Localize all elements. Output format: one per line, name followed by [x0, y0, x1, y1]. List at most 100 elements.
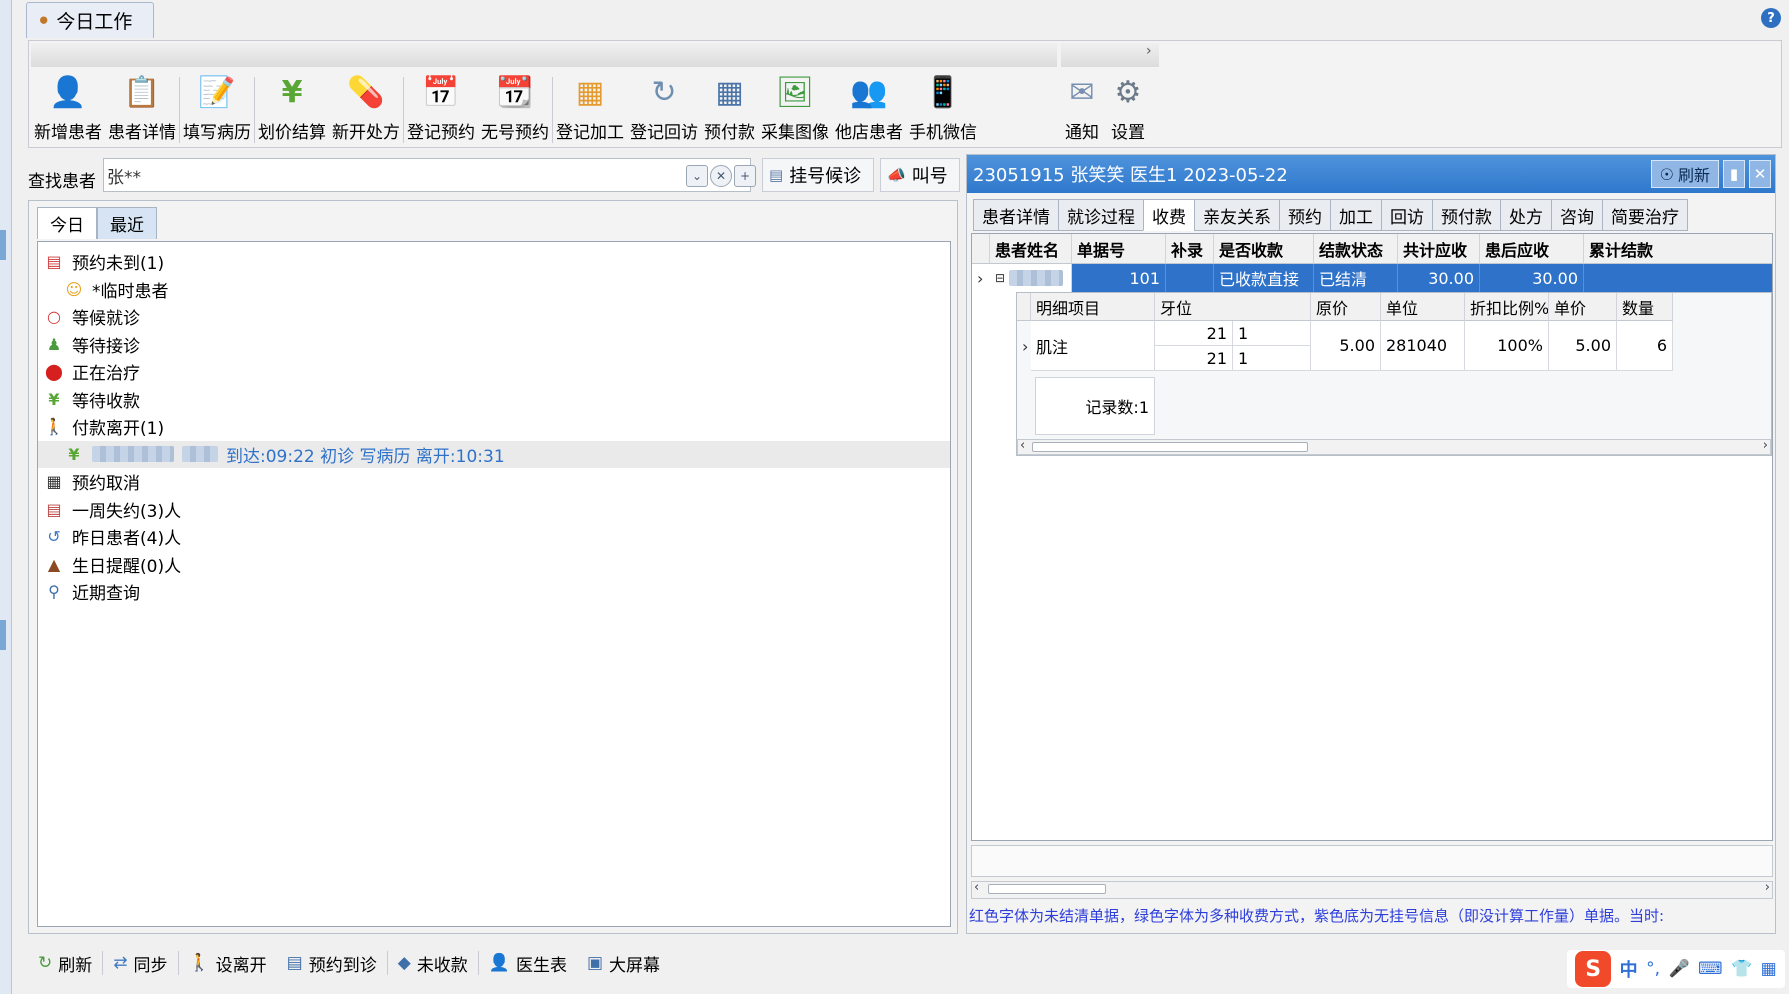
fill-medical-record-button[interactable]: 📝 填写病历 [180, 71, 254, 147]
tree-node-yesterday[interactable]: ↺ 昨日患者(4)人 [38, 523, 950, 551]
cell-accumulated[interactable] [1584, 264, 1772, 292]
pricing-settle-button[interactable]: ¥ 划价结算 [255, 71, 329, 147]
scroll-right-icon[interactable]: › [1765, 880, 1770, 895]
tab-appointment[interactable]: 预约 [1279, 199, 1330, 231]
subgrid-scroll-thumb[interactable] [1032, 442, 1308, 452]
toolbox-icon[interactable]: ▦ [1761, 959, 1777, 979]
sub-cell-quantity[interactable]: 6 [1617, 321, 1673, 371]
clear-icon[interactable]: ✕ [710, 165, 732, 187]
sub-col-item[interactable]: 明细项目 [1031, 293, 1155, 321]
sub-col-orig-price[interactable]: 原价 [1311, 293, 1381, 321]
row-expand-icon[interactable]: › [972, 264, 990, 292]
add-icon[interactable]: + [734, 165, 756, 187]
col-total-receivable[interactable]: 共计应收 [1398, 234, 1480, 264]
tab-revisit[interactable]: 回访 [1381, 199, 1432, 231]
grid-scroll-thumb[interactable] [988, 884, 1106, 894]
subgrid-horizontal-scrollbar[interactable]: ‹ › [1017, 438, 1771, 455]
tree-node-patient-record[interactable]: ¥ 到达:09:22 初诊 写病历 离开:10:31 [38, 440, 950, 468]
tree-node-waiting-visit[interactable]: ○ 等候就诊 [38, 303, 950, 331]
sub-cell-tooth-d[interactable]: 1 [1233, 346, 1311, 371]
tab-today-work[interactable]: ⚫ 今日工作 [26, 2, 154, 38]
col-is-paid[interactable]: 是否收款 [1214, 234, 1314, 264]
cell-is-paid[interactable]: 已收款直接 [1214, 264, 1314, 292]
unpaid-button[interactable]: ◆ 未收款 [388, 951, 478, 976]
tab-prepayment[interactable]: 预付款 [1432, 199, 1500, 231]
dropdown-chevron-icon[interactable]: ⌄ [686, 165, 708, 187]
tab-brief-treatment[interactable]: 简要治疗 [1602, 199, 1688, 231]
sub-col-tooth[interactable]: 牙位 [1155, 293, 1311, 321]
capture-image-button[interactable]: 🖼 采集图像 [758, 71, 832, 147]
mobile-wechat-button[interactable]: 📱 手机微信 [906, 71, 980, 147]
settings-button[interactable]: ⚙ 设置 [1105, 71, 1151, 147]
help-button[interactable]: ? [1761, 8, 1781, 28]
sync-button[interactable]: ⇄ 同步 [103, 951, 177, 976]
register-revisit-button[interactable]: ↻ 登记回访 [627, 71, 701, 147]
sub-cell-tooth-c[interactable]: 21 [1155, 346, 1233, 371]
tab-relatives[interactable]: 亲友关系 [1194, 199, 1279, 231]
tab-visit-process[interactable]: 就诊过程 [1058, 199, 1143, 231]
tab-recent[interactable]: 最近 [97, 207, 157, 239]
sub-cell-unit-price[interactable]: 5.00 [1549, 321, 1617, 371]
tree-node-week-missed[interactable]: ▤ 一周失约(3)人 [38, 496, 950, 524]
new-prescription-button[interactable]: 💊 新开处方 [329, 71, 403, 147]
doctor-table-button[interactable]: 👤 医生表 [479, 951, 577, 976]
col-bill-no[interactable]: 单据号 [1072, 234, 1166, 264]
register-processing-button[interactable]: ▦ 登记加工 [553, 71, 627, 147]
other-store-patient-button[interactable]: 👥 他店患者 [832, 71, 906, 147]
call-number-button[interactable]: 📣 叫号 [880, 158, 960, 192]
ime-chinese-toggle[interactable]: 中 [1620, 956, 1638, 982]
sub-cell-item[interactable]: 肌注 [1031, 321, 1155, 371]
close-icon[interactable]: ✕ [1749, 160, 1771, 188]
skin-icon[interactable]: 👕 [1731, 959, 1752, 979]
sub-col-unit-price[interactable]: 单价 [1549, 293, 1617, 321]
search-patient-input[interactable] [107, 162, 675, 188]
tab-prescription[interactable]: 处方 [1500, 199, 1551, 231]
chevron-right-icon[interactable]: › [1146, 43, 1152, 59]
tree-node-birthday[interactable]: ▲ 生日提醒(0)人 [38, 551, 950, 579]
pin-icon[interactable]: ▮ [1723, 160, 1745, 188]
tree-node-temp-patient[interactable]: ☺ *临时患者 [38, 276, 950, 304]
no-number-appointment-button[interactable]: 📆 无号预约 [478, 71, 552, 147]
tree-node-recent-query[interactable]: ⚲ 近期查询 [38, 578, 950, 606]
tab-processing[interactable]: 加工 [1330, 199, 1381, 231]
patient-detail-button[interactable]: 📋 患者详情 [105, 71, 179, 147]
sub-cell-unit[interactable]: 281040 [1381, 321, 1465, 371]
scroll-right-icon[interactable]: › [1763, 438, 1768, 453]
tree-node-in-treatment[interactable]: ⬤ 正在治疗 [38, 358, 950, 386]
sub-row-expand-icon[interactable]: › [1017, 321, 1031, 371]
cell-settle-status[interactable]: 已结清 [1314, 264, 1398, 292]
microphone-icon[interactable]: 🎤 [1668, 959, 1689, 979]
col-patient-name[interactable]: 患者姓名 [990, 234, 1072, 264]
col-accumulated[interactable]: 累计结款 [1584, 234, 1772, 264]
col-after-receivable[interactable]: 患后应收 [1480, 234, 1584, 264]
keyboard-icon[interactable]: ⌨ [1698, 959, 1723, 979]
cell-after-receivable[interactable]: 30.00 [1480, 264, 1584, 292]
sub-cell-discount[interactable]: 100% [1465, 321, 1549, 371]
collapse-icon[interactable]: ⊟ [995, 271, 1005, 285]
header-refresh-button[interactable]: ☉ 刷新 [1650, 160, 1719, 188]
cell-patient-name[interactable]: ⊟ [990, 264, 1072, 292]
tab-consult[interactable]: 咨询 [1551, 199, 1602, 231]
cell-total-receivable[interactable]: 30.00 [1398, 264, 1480, 292]
sub-cell-tooth-b[interactable]: 1 [1233, 321, 1311, 346]
prepayment-button[interactable]: ▦ 预付款 [701, 71, 758, 147]
tab-patient-detail[interactable]: 患者详情 [973, 199, 1058, 231]
scroll-left-icon[interactable]: ‹ [1020, 438, 1025, 453]
tab-charges[interactable]: 收费 [1143, 199, 1194, 231]
register-appointment-button[interactable]: 📅 登记预约 [404, 71, 478, 147]
tree-node-appointment-not-arrived[interactable]: ▤ 预约未到(1) [38, 248, 950, 276]
appointment-arrival-button[interactable]: ▤ 预约到诊 [277, 951, 387, 976]
tree-node-waiting-reception[interactable]: ♟ 等待接诊 [38, 331, 950, 359]
tree-node-appointment-cancel[interactable]: ▦ 预约取消 [38, 468, 950, 496]
sub-col-discount[interactable]: 折扣比例% [1465, 293, 1549, 321]
tree-node-paid-left[interactable]: 🚶 付款离开(1) [38, 413, 950, 441]
grid-horizontal-scrollbar[interactable]: ‹ › [971, 880, 1773, 899]
sub-col-unit[interactable]: 单位 [1381, 293, 1465, 321]
sogou-logo-icon[interactable]: S [1575, 951, 1612, 987]
notice-button[interactable]: ✉ 通知 [1059, 71, 1105, 147]
ime-punctuation-toggle[interactable]: °, [1646, 959, 1660, 979]
scroll-left-icon[interactable]: ‹ [974, 880, 979, 895]
big-screen-button[interactable]: ▣ 大屏幕 [577, 951, 670, 976]
add-patient-button[interactable]: 👤 新增患者 [31, 71, 105, 147]
sub-cell-orig-price[interactable]: 5.00 [1311, 321, 1381, 371]
